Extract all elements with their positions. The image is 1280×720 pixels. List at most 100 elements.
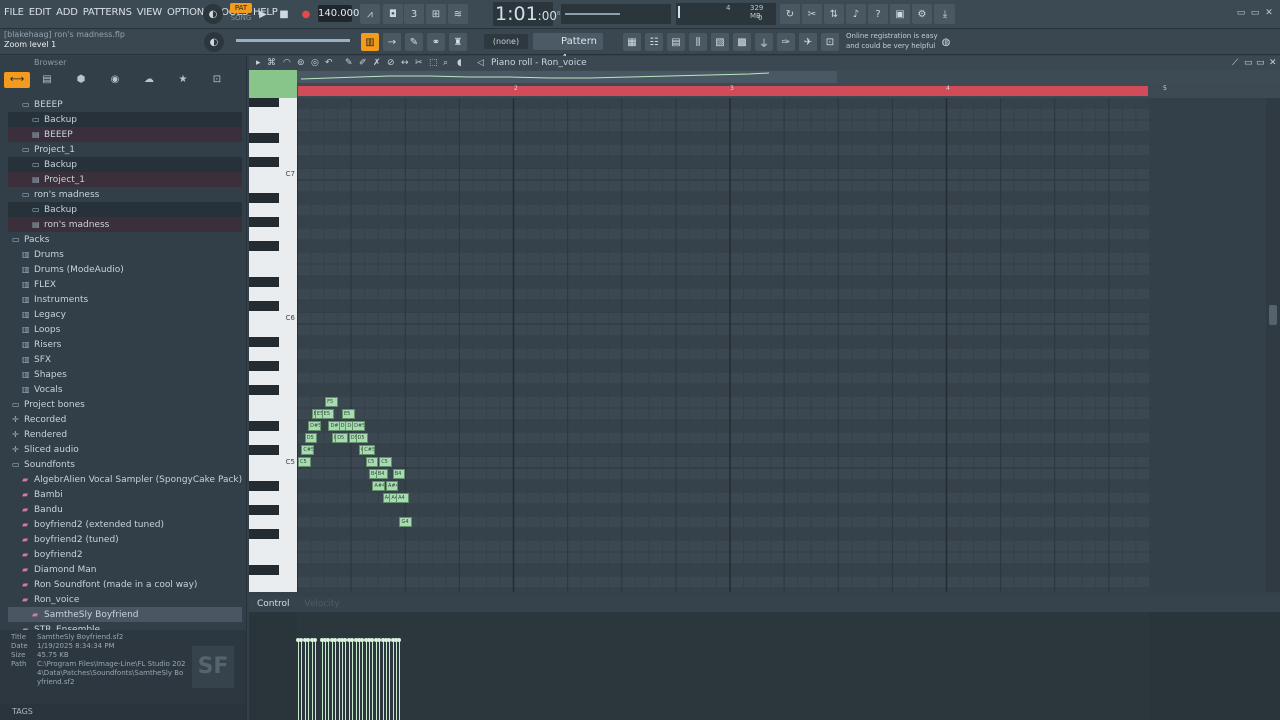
velocity-stem[interactable] — [358, 640, 360, 720]
mixer-cut-icon[interactable]: ✂ — [802, 4, 822, 24]
note[interactable]: B4 — [375, 469, 389, 479]
black-key[interactable] — [249, 301, 279, 311]
browser-item[interactable]: ▭ Project bones — [8, 397, 242, 412]
browser-item[interactable]: ✛ Rendered — [8, 427, 242, 442]
globe-icon[interactable]: ◍ — [937, 33, 955, 51]
stamp-icon[interactable]: ♜ — [449, 33, 467, 51]
tempo-display[interactable]: 140.000 — [318, 5, 359, 22]
note[interactable]: B4 — [392, 469, 406, 479]
browser-icon[interactable]: ▧ — [711, 33, 729, 51]
black-key[interactable] — [249, 157, 279, 167]
mute-tool-icon[interactable]: ⊘ — [387, 56, 395, 70]
velocity-handle[interactable] — [312, 638, 317, 642]
undo-icon[interactable]: ↶ — [325, 56, 333, 70]
note[interactable]: G4 — [399, 517, 413, 527]
pattern-selector[interactable]: Pattern 4 — [533, 33, 603, 64]
velocity-stem[interactable] — [399, 640, 401, 720]
pattern-overview[interactable] — [249, 70, 1280, 84]
master-knob-icon[interactable]: ◐ — [203, 4, 223, 24]
black-key[interactable] — [249, 565, 279, 575]
black-key[interactable] — [249, 505, 279, 515]
slip-tool-icon[interactable]: ↔ — [401, 56, 409, 70]
black-key[interactable] — [249, 277, 279, 287]
note[interactable]: C5 — [298, 457, 311, 467]
velocity-stem[interactable] — [396, 640, 398, 720]
browser-item[interactable]: ▰ AlgebrAlien Vocal Sampler (SpongyCake P… — [8, 472, 242, 487]
loop-region[interactable] — [298, 86, 1148, 96]
shop-icon[interactable]: ⊡ — [821, 33, 839, 51]
paint-brush-icon[interactable]: ✐ — [359, 56, 367, 70]
note[interactable]: A#4 — [372, 481, 385, 491]
channel-rack-icon[interactable]: ☷ — [645, 33, 663, 51]
project-icon[interactable]: ▩ — [733, 33, 751, 51]
piano-roll-menu-icon[interactable]: ▸ — [256, 56, 261, 70]
song-position-display[interactable]: 1:01:00B:S:T — [493, 2, 570, 26]
browser-all-tab-icon[interactable]: ⟷ — [4, 72, 30, 88]
browser-item[interactable]: ▰ Bandu — [8, 502, 242, 517]
wait-input-icon[interactable]: ◘ — [383, 4, 403, 24]
browser-item[interactable]: ▥ Shapes — [8, 367, 242, 382]
grid-outside-region[interactable] — [1149, 98, 1266, 592]
browser-cloud-tab-icon[interactable]: ☁ — [132, 72, 166, 88]
black-key[interactable] — [249, 193, 279, 203]
browser-item[interactable]: ✛ Sliced audio — [8, 442, 242, 457]
browser-item[interactable]: ▭ Packs — [8, 232, 242, 247]
menu-patterns[interactable]: PATTERNS — [83, 7, 132, 18]
velocity-handle[interactable] — [397, 638, 402, 642]
velocity-stem[interactable] — [355, 640, 357, 720]
black-key[interactable] — [249, 361, 279, 371]
browser-item[interactable]: ▤ Project_1 — [8, 172, 242, 187]
velocity-stem[interactable] — [382, 640, 384, 720]
playlist-icon[interactable]: ▦ — [623, 33, 641, 51]
note[interactable]: D5 — [335, 433, 348, 443]
brush-icon[interactable]: ✎ — [405, 33, 423, 51]
black-key[interactable] — [249, 445, 279, 455]
note[interactable]: F5 — [325, 397, 338, 407]
browser-item[interactable]: ▥ Instruments — [8, 292, 242, 307]
plugin-icon[interactable]: ⚙ — [912, 4, 932, 24]
note[interactable]: A4 — [396, 493, 409, 503]
pr-close-icon[interactable]: ✕ — [1269, 56, 1277, 70]
note[interactable]: E5 — [341, 409, 355, 419]
velocity-stem[interactable] — [345, 640, 347, 720]
step-edit-icon[interactable]: ⊞ — [426, 4, 446, 24]
browser-item[interactable]: ▭ Project_1 — [8, 142, 242, 157]
master-pitch-panel[interactable] — [561, 4, 671, 24]
velocity-stem[interactable] — [362, 640, 364, 720]
browser-item[interactable]: ▭ Backup — [8, 157, 242, 172]
velocity-stem[interactable] — [314, 640, 316, 720]
target-icon[interactable]: ◎ — [311, 56, 319, 70]
menu-add[interactable]: ADD — [56, 7, 78, 18]
velocity-stem[interactable] — [369, 640, 371, 720]
browser-item[interactable]: ▥ Drums — [8, 247, 242, 262]
browser-item[interactable]: ▰ boyfriend2 (tuned) — [8, 532, 242, 547]
pencil-icon[interactable]: ✎ — [345, 56, 353, 70]
delete-tool-icon[interactable]: ✗ — [373, 56, 381, 70]
stop-icon[interactable]: ■ — [274, 4, 294, 24]
restore-icon[interactable]: ▭ — [1250, 8, 1260, 18]
browser-item[interactable]: ▭ Soundfonts — [8, 457, 242, 472]
link-icon[interactable]: ⚭ — [427, 33, 445, 51]
mixer-window-icon[interactable]: ⫼ — [689, 33, 707, 51]
note[interactable]: D5 — [355, 433, 369, 443]
velocity-stem[interactable] — [365, 640, 367, 720]
velocity-stem[interactable] — [338, 640, 340, 720]
browser-item[interactable]: ▥ SFX — [8, 352, 242, 367]
record-icon[interactable]: ● — [296, 4, 316, 24]
browser-item[interactable]: ▤ BEEEP — [8, 127, 242, 142]
browser-item[interactable]: ▭ Backup — [8, 202, 242, 217]
note[interactable]: C5 — [379, 457, 392, 467]
browser-item[interactable]: ▥ Legacy — [8, 307, 242, 322]
browser-files-tab-icon[interactable]: ▤ — [30, 72, 64, 88]
magnet-icon[interactable]: ⌘ — [267, 56, 276, 70]
black-key[interactable] — [249, 241, 279, 251]
black-key[interactable] — [249, 385, 279, 395]
velocity-grid[interactable] — [296, 612, 1149, 720]
timeline-ruler[interactable]: 2 3 4 5 — [297, 84, 1280, 98]
arrow-icon[interactable]: → — [383, 33, 401, 51]
piano-roll-icon[interactable]: ▤ — [667, 33, 685, 51]
velocity-stem[interactable] — [325, 640, 327, 720]
menu-edit[interactable]: EDIT — [29, 7, 51, 18]
velocity-stem[interactable] — [389, 640, 391, 720]
pr-minimize-icon[interactable]: ▭ — [1244, 56, 1253, 70]
